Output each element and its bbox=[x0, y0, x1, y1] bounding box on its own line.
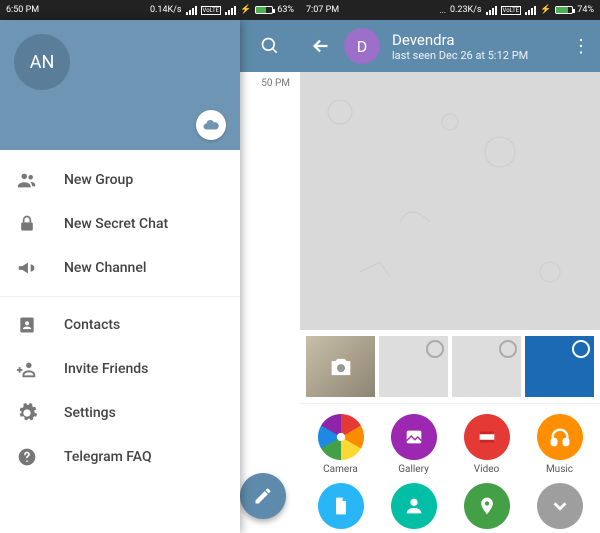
menu-invite-friends[interactable]: Invite Friends bbox=[0, 347, 240, 391]
battery-icon bbox=[555, 6, 573, 14]
user-avatar[interactable]: AN bbox=[14, 34, 70, 90]
menu-new-secret-chat[interactable]: New Secret Chat bbox=[0, 202, 240, 246]
volte-badge: VoLTE bbox=[201, 6, 222, 15]
attach-camera[interactable]: Camera bbox=[306, 414, 375, 475]
location-icon bbox=[477, 496, 497, 516]
right-screenshot: 7:07 PM ... 0.23K/s VoLTE ⚡ 74% D Devend… bbox=[300, 0, 600, 533]
lock-icon bbox=[16, 213, 38, 235]
attach-contact[interactable]: Contact bbox=[379, 483, 448, 533]
select-circle[interactable] bbox=[572, 340, 590, 358]
pencil-icon bbox=[253, 486, 273, 506]
person-icon bbox=[403, 495, 425, 517]
menu-label: New Group bbox=[64, 172, 133, 188]
status-bar: 6:50 PM 0.14K/s VoLTE ⚡ 63% bbox=[0, 0, 300, 20]
chat-header: D Devendra last seen Dec 26 at 5:12 PM ⋮ bbox=[300, 20, 600, 72]
menu-label: New Secret Chat bbox=[64, 216, 168, 232]
battery-pct: 63% bbox=[277, 5, 294, 15]
attach-video[interactable]: Video bbox=[452, 414, 521, 475]
left-screenshot: 6:50 PM 0.14K/s VoLTE ⚡ 63% 50 PM AN bbox=[0, 0, 300, 533]
background-chat-list: 50 PM bbox=[240, 20, 300, 533]
menu-label: Settings bbox=[64, 405, 116, 421]
status-bar: 7:07 PM ... 0.23K/s VoLTE ⚡ 74% bbox=[300, 0, 600, 20]
attach-collapse[interactable] bbox=[525, 483, 594, 533]
signal-icon bbox=[486, 6, 497, 15]
camera-thumbnail[interactable] bbox=[306, 336, 375, 397]
menu-settings[interactable]: Settings bbox=[0, 391, 240, 435]
menu-new-group[interactable]: New Group bbox=[0, 158, 240, 202]
contact-name[interactable]: Devendra bbox=[392, 31, 528, 49]
status-time: 7:07 PM bbox=[306, 5, 440, 15]
menu-new-channel[interactable]: New Channel bbox=[0, 246, 240, 290]
attach-grid: Camera Gallery Video Music File Contact bbox=[300, 404, 600, 533]
camera-shutter-icon bbox=[331, 427, 351, 447]
search-icon[interactable] bbox=[260, 36, 280, 56]
menu-label: Telegram FAQ bbox=[64, 449, 152, 465]
media-thumbnail[interactable] bbox=[452, 336, 521, 397]
attachment-sheet: Camera Gallery Video Music File Contact bbox=[300, 330, 600, 533]
charge-icon: ⚡ bbox=[540, 5, 551, 15]
signal-icon bbox=[525, 6, 536, 15]
signal-icon bbox=[186, 6, 197, 15]
attach-location[interactable]: Location bbox=[452, 483, 521, 533]
battery-pct: 74% bbox=[577, 5, 594, 15]
group-icon bbox=[16, 169, 38, 191]
status-speed: 0.23K/s bbox=[450, 5, 482, 15]
menu-telegram-faq[interactable]: Telegram FAQ bbox=[0, 435, 240, 479]
recent-media-row bbox=[300, 330, 600, 404]
chat-time: 50 PM bbox=[240, 72, 300, 89]
menu-label: Contacts bbox=[64, 317, 120, 333]
menu-contacts[interactable]: Contacts bbox=[0, 303, 240, 347]
attach-file[interactable]: File bbox=[306, 483, 375, 533]
attach-label: Music bbox=[546, 464, 573, 475]
settings-icon bbox=[16, 402, 38, 424]
camera-icon bbox=[327, 353, 355, 381]
chevron-down-icon bbox=[549, 495, 571, 517]
attach-label: Camera bbox=[323, 464, 358, 475]
file-icon bbox=[331, 496, 351, 516]
video-icon bbox=[476, 426, 498, 448]
chat-background bbox=[300, 72, 600, 330]
headphones-icon bbox=[549, 426, 571, 448]
contacts-icon bbox=[16, 314, 38, 336]
cloud-icon bbox=[202, 116, 220, 134]
menu-label: Invite Friends bbox=[64, 361, 148, 377]
media-thumbnail[interactable] bbox=[379, 336, 448, 397]
volte-badge: VoLTE bbox=[501, 6, 522, 15]
battery-icon bbox=[255, 6, 273, 14]
signal-icon bbox=[225, 6, 236, 15]
image-icon bbox=[403, 426, 425, 448]
drawer-header: AN bbox=[0, 20, 240, 150]
nav-drawer: AN New Group New Secret Chat New Channel… bbox=[0, 20, 240, 533]
back-icon[interactable] bbox=[310, 35, 332, 57]
status-speed: 0.14K/s bbox=[150, 5, 182, 15]
contact-avatar[interactable]: D bbox=[344, 28, 380, 64]
cloud-button[interactable] bbox=[196, 110, 226, 140]
attach-label: Gallery bbox=[398, 464, 429, 475]
attach-gallery[interactable]: Gallery bbox=[379, 414, 448, 475]
select-circle[interactable] bbox=[426, 340, 444, 358]
select-circle[interactable] bbox=[499, 340, 517, 358]
help-icon bbox=[16, 446, 38, 468]
attach-label: Video bbox=[474, 464, 499, 475]
menu-label: New Channel bbox=[64, 260, 146, 276]
attach-music[interactable]: Music bbox=[525, 414, 594, 475]
menu-divider bbox=[0, 296, 240, 297]
status-time: 6:50 PM bbox=[6, 5, 150, 15]
invite-icon bbox=[16, 358, 38, 380]
last-seen: last seen Dec 26 at 5:12 PM bbox=[392, 49, 528, 62]
megaphone-icon bbox=[16, 257, 38, 279]
more-menu-icon[interactable]: ⋮ bbox=[572, 36, 590, 57]
charge-icon: ⚡ bbox=[240, 5, 251, 15]
media-thumbnail[interactable] bbox=[525, 336, 594, 397]
compose-fab[interactable] bbox=[240, 473, 286, 519]
